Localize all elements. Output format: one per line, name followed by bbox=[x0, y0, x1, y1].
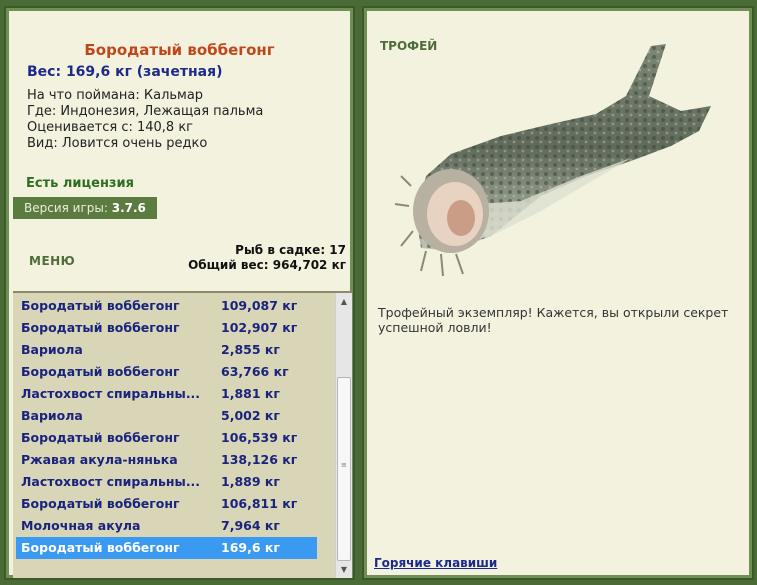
catch-fish-weight: 106,811 кг bbox=[221, 496, 298, 511]
scroll-up-arrow-icon[interactable]: ▲ bbox=[336, 293, 352, 310]
catch-row[interactable]: Ластохвост спиральны... 1,881 кг bbox=[16, 383, 317, 405]
catch-row[interactable]: Бородатый воббегонг 169,6 кг bbox=[16, 537, 317, 559]
catch-row[interactable]: Молочная акула 7,964 кг bbox=[16, 515, 317, 537]
keepnet-stats: Рыб в садке: 17 Общий вес: 964,702 кг bbox=[188, 243, 346, 273]
catch-fish-weight: 2,855 кг bbox=[221, 342, 280, 357]
catch-fish-weight: 7,964 кг bbox=[221, 518, 280, 533]
catch-fish-name: Ластохвост спиральны... bbox=[21, 386, 201, 401]
catch-list[interactable]: Бородатый воббегонг 169,6 кг Молочная акул… bbox=[13, 291, 352, 578]
trophy-panel: ТРОФЕЙ Трофейный экземпляр! Кажется, вы … bbox=[362, 6, 754, 580]
version-label: Версия игры: bbox=[24, 201, 112, 215]
catch-row[interactable]: Ржавая акула-нянька 138,126 кг bbox=[16, 449, 317, 471]
catch-fish-weight: 169,6 кг bbox=[221, 540, 280, 555]
license-status: Есть лицензия bbox=[26, 176, 134, 191]
catch-fish-name: Бородатый воббегонг bbox=[21, 364, 180, 379]
catch-fish-name: Бородатый воббегонг bbox=[21, 496, 180, 511]
catch-fish-weight: 109,087 кг bbox=[221, 298, 298, 313]
catch-fish-name: Бородатый воббегонг bbox=[21, 430, 180, 445]
fish-rarity: Вид: Ловится очень редко bbox=[27, 136, 208, 151]
fish-title: Бородатый воббегонг bbox=[84, 41, 275, 59]
catch-fish-name: Ластохвост спиральны... bbox=[21, 474, 201, 489]
fish-weight: Вес: 169,6 кг (зачетная) bbox=[27, 64, 223, 80]
catch-row[interactable]: Бородатый воббегонг 106,811 кг bbox=[16, 493, 317, 515]
catch-fish-weight: 138,126 кг bbox=[221, 452, 298, 467]
catch-fish-weight: 1,881 кг bbox=[221, 386, 280, 401]
catch-row[interactable]: Бородатый воббегонг 102,907 кг bbox=[16, 317, 317, 339]
version-value: 3.7.6 bbox=[111, 201, 146, 215]
catch-fish-name: Вариола bbox=[21, 342, 83, 357]
trophy-text: Трофейный экземпляр! Кажется, вы открыли… bbox=[378, 305, 729, 335]
fish-count: Рыб в садке: 17 bbox=[235, 243, 346, 257]
catch-fish-name: Бородатый воббегонг bbox=[21, 320, 180, 335]
catch-fish-weight: 102,907 кг bbox=[221, 320, 298, 335]
fish-estimated: Оценивается с: 140,8 кг bbox=[27, 120, 194, 135]
catch-row[interactable]: Ластохвост спиральны... 1,889 кг bbox=[16, 471, 317, 493]
scroll-thumb[interactable]: ≡ bbox=[337, 377, 351, 561]
catch-fish-weight: 106,539 кг bbox=[221, 430, 298, 445]
catch-fish-weight: 1,889 кг bbox=[221, 474, 280, 489]
catch-fish-weight: 5,002 кг bbox=[221, 408, 280, 423]
menu-button[interactable]: МЕНЮ bbox=[29, 254, 75, 268]
catch-fish-name: Ржавая акула-нянька bbox=[21, 452, 178, 467]
catch-fish-weight: 63,766 кг bbox=[221, 364, 289, 379]
fish-bait: На что поймана: Кальмар bbox=[27, 88, 204, 103]
catch-fish-name: Молочная акула bbox=[21, 518, 141, 533]
catch-row[interactable]: Бородатый воббегонг 109,087 кг bbox=[16, 295, 317, 317]
hotkeys-link[interactable]: Горячие клавиши bbox=[374, 556, 497, 570]
fish-info-panel: Бородатый воббегонг Вес: 169,6 кг (зачет… bbox=[4, 6, 355, 580]
catch-list-scrollbar[interactable]: ▲ ≡ ▼ bbox=[335, 293, 352, 578]
catch-fish-name: Бородатый воббегонг bbox=[21, 540, 180, 555]
catch-row[interactable]: Бородатый воббегонг 106,539 кг bbox=[16, 427, 317, 449]
fish-location: Где: Индонезия, Лежащая пальма bbox=[27, 104, 264, 119]
fish-image bbox=[394, 44, 711, 277]
total-weight: Общий вес: 964,702 кг bbox=[188, 258, 346, 272]
scroll-down-arrow-icon[interactable]: ▼ bbox=[336, 561, 352, 578]
catch-row[interactable]: Бородатый воббегонг 63,766 кг bbox=[16, 361, 317, 383]
catch-row[interactable]: Вариола 5,002 кг bbox=[16, 405, 317, 427]
catch-row[interactable]: Вариола 2,855 кг bbox=[16, 339, 317, 361]
catch-fish-name: Бородатый воббегонг bbox=[21, 298, 180, 313]
catch-fish-name: Вариола bbox=[21, 408, 83, 423]
version-bar: Версия игры: 3.7.6 bbox=[13, 197, 157, 219]
